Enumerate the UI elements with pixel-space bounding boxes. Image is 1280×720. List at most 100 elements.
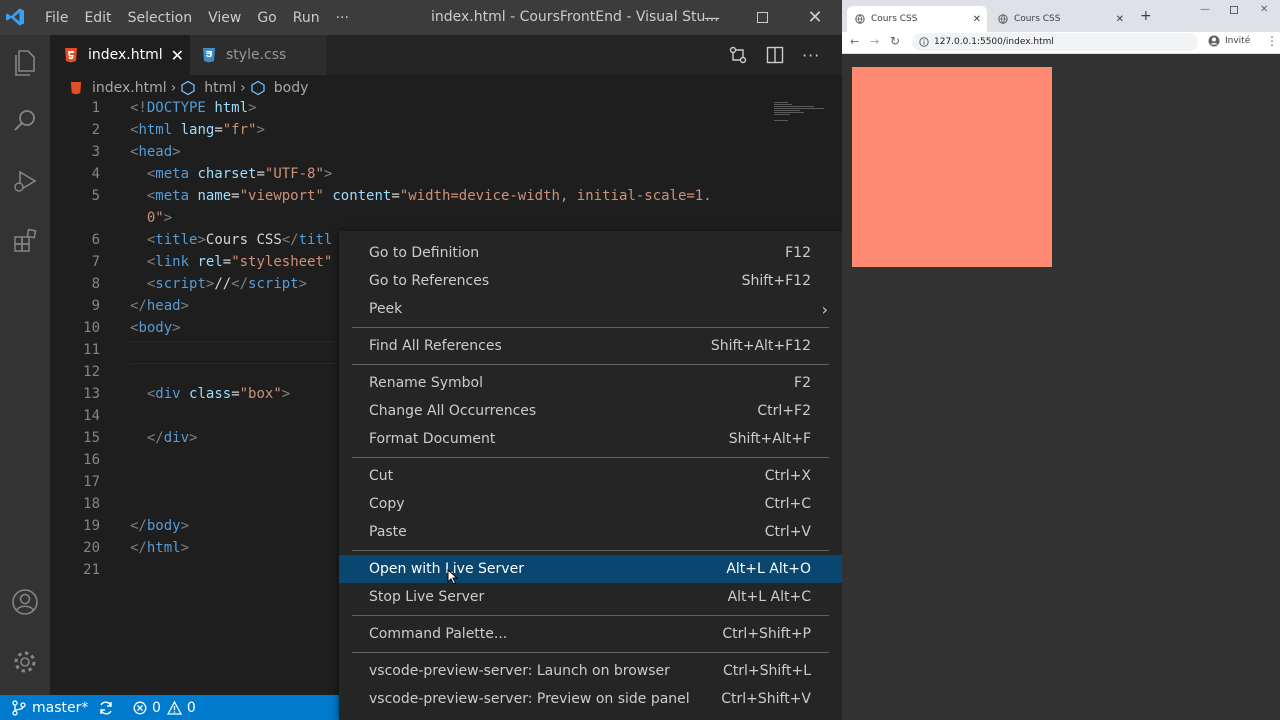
close-tab-icon[interactable]: ✕ (171, 46, 184, 65)
maximize-button[interactable] (1230, 6, 1238, 14)
code-token: 0" (130, 210, 164, 226)
code-line[interactable]: <body> (130, 320, 181, 336)
breadcrumb-file[interactable]: index.html (70, 80, 167, 96)
menu-separator (352, 652, 829, 653)
code-token: > (189, 430, 198, 446)
menu-item-shortcut: Ctrl+Shift+P (722, 626, 811, 642)
code-line[interactable]: </head> (130, 298, 189, 314)
line-number: 7 (91, 254, 100, 270)
menu-item[interactable]: View (208, 10, 241, 26)
code-line[interactable]: <!DOCTYPE html> (130, 100, 256, 116)
minimize-button[interactable]: — (692, 0, 732, 35)
context-menu-item[interactable]: Cut Ctrl+X (339, 462, 842, 490)
code-line[interactable]: <title>Cours CSS</titl (130, 232, 332, 248)
code-line[interactable]: <meta name="viewport" content="width=dev… (130, 188, 712, 204)
context-menu-item[interactable]: Change All Occurrences Ctrl+F2 (339, 397, 842, 425)
code-line[interactable]: </html> (130, 540, 189, 556)
run-debug-button[interactable] (0, 157, 50, 205)
menu-item-shortcut: Ctrl+Shift+V (721, 691, 811, 707)
tab-style-css[interactable]: style.css (190, 35, 326, 75)
code-line[interactable]: <link rel="stylesheet" (130, 254, 332, 270)
close-window-button[interactable]: ✕ (795, 0, 835, 35)
browser-tab[interactable]: Cours CSS ✕ (990, 6, 1130, 32)
minimize-button[interactable]: — (1200, 4, 1210, 15)
manage-button[interactable] (0, 638, 50, 686)
line-number: 3 (91, 144, 100, 160)
context-menu-item[interactable]: Paste Ctrl+V (339, 518, 842, 546)
address-bar[interactable]: 127.0.0.1:5500/index.html (912, 33, 1198, 51)
browser-tab[interactable]: Cours CSS ✕ (847, 6, 987, 32)
close-tab-icon[interactable]: ✕ (1116, 14, 1124, 25)
back-icon[interactable]: ← (850, 35, 859, 48)
browser-toolbar: ← → ↻ 127.0.0.1:5500/index.html Invité ⋮ (842, 32, 1280, 54)
more-actions-icon[interactable]: ··· (802, 46, 820, 65)
menu-item[interactable]: Run (293, 10, 320, 26)
accounts-button[interactable] (0, 578, 50, 626)
close-window-button[interactable]: ✕ (1260, 4, 1268, 15)
code-token: titl (298, 232, 333, 248)
menu-item[interactable]: File (45, 10, 68, 26)
code-token: head (146, 298, 181, 314)
context-menu-item[interactable]: Open with Live Server Alt+L Alt+O (339, 555, 842, 583)
line-number: 16 (83, 452, 100, 468)
maximize-button[interactable] (742, 0, 782, 35)
close-tab-icon[interactable]: ✕ (973, 14, 981, 25)
code-line[interactable]: <div class="box"> (130, 386, 290, 402)
extensions-button[interactable] (0, 217, 50, 265)
branch-indicator[interactable]: master* (12, 695, 88, 720)
menu-item-label: Command Palette... (369, 626, 508, 642)
menu-separator (352, 457, 829, 458)
tab-index-html[interactable]: index.html ✕ (50, 35, 190, 75)
code-token: > (180, 518, 190, 534)
menu-item[interactable]: Go (257, 10, 276, 26)
problems-indicator[interactable]: 0 0 (133, 695, 196, 720)
search-button[interactable] (0, 97, 50, 145)
menu-item[interactable]: Selection (128, 10, 193, 26)
breadcrumb-body[interactable]: body (250, 80, 308, 96)
explorer-button[interactable] (0, 39, 50, 87)
forward-icon[interactable]: → (870, 35, 879, 48)
code-token: content (332, 188, 392, 204)
code-line[interactable]: <script>//</script> (130, 276, 307, 292)
code-line[interactable]: <meta charset="UTF-8"> (130, 166, 333, 182)
code-token: = (391, 188, 400, 204)
context-menu-item[interactable]: Copy Ctrl+C (339, 490, 842, 518)
context-menu-item[interactable]: Go to Definition F12 (339, 239, 842, 267)
context-menu-item[interactable]: Command Palette... Ctrl+Shift+P (339, 620, 842, 648)
menu-item[interactable]: Edit (84, 10, 111, 26)
sync-button[interactable] (98, 695, 114, 720)
code-line[interactable]: </div> (130, 430, 198, 446)
code-line[interactable]: <html lang="fr"> (130, 122, 265, 138)
minimap[interactable] (772, 100, 828, 130)
code-line[interactable]: 0"> (130, 210, 172, 226)
code-token: </ (130, 518, 147, 534)
context-menu-item[interactable]: Format Document Shift+Alt+F (339, 425, 842, 453)
context-menu-item[interactable]: vscode-preview-server: Launch on browser… (339, 657, 842, 685)
line-number: 19 (83, 518, 100, 534)
globe-icon (855, 14, 865, 24)
code-line[interactable]: </body> (130, 518, 189, 534)
split-editor-icon[interactable] (766, 46, 784, 64)
context-menu-item[interactable]: Peek › (339, 295, 842, 323)
browser-menu-icon[interactable]: ⋮ (1266, 34, 1278, 48)
code-token: > (172, 144, 181, 160)
code-line[interactable]: <head> (130, 144, 181, 160)
context-menu-item[interactable]: vscode-preview-server: Preview on side p… (339, 685, 842, 713)
code-token: > (298, 276, 308, 292)
code-token: > (256, 122, 265, 138)
line-number: 5 (91, 188, 100, 204)
new-tab-button[interactable]: + (1140, 8, 1152, 24)
context-menu-item[interactable]: Stop Live Server Alt+L Alt+C (339, 583, 842, 611)
menu-item-label: Peek (369, 301, 403, 317)
context-menu-item[interactable]: Find All References Shift+Alt+F12 (339, 332, 842, 360)
context-menu-item[interactable]: Go to References Shift+F12 (339, 267, 842, 295)
compare-changes-icon[interactable] (728, 45, 748, 65)
reload-icon[interactable]: ↻ (890, 34, 900, 48)
menu-item[interactable]: ··· (336, 10, 349, 26)
breadcrumb-html[interactable]: html (180, 80, 236, 96)
profile-button[interactable]: Invité (1208, 35, 1250, 47)
context-menu-item[interactable]: Rename Symbol F2 (339, 369, 842, 397)
menu-item-label: Find All References (369, 338, 502, 354)
